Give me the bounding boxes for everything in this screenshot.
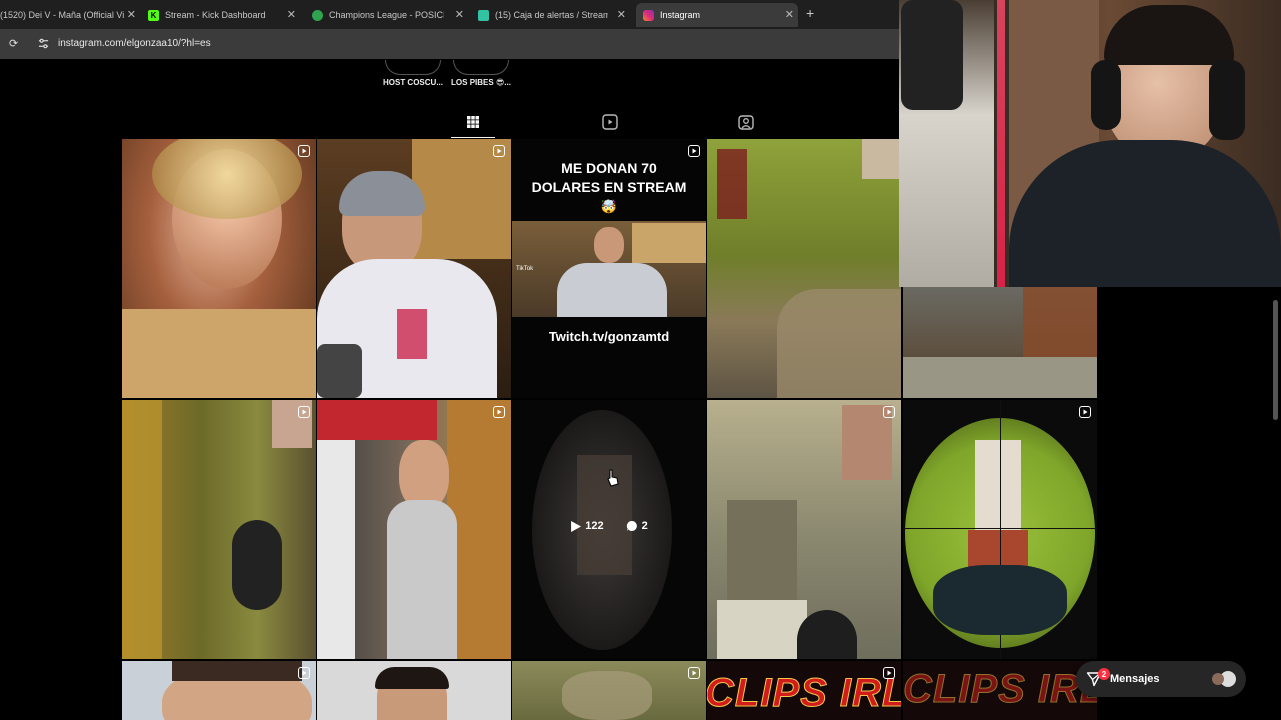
highlight-ring [453, 60, 509, 75]
embedded-video-frame: TikTok [512, 221, 706, 317]
post-kitchen-guy[interactable] [317, 400, 511, 659]
plays-value: 122 [585, 520, 604, 532]
post-woman-smiling[interactable] [122, 139, 316, 398]
posts-grid-icon [467, 116, 479, 128]
tab-title: Champions League - POSICION [329, 10, 444, 20]
tab-reels[interactable] [600, 112, 620, 132]
tab-youtube[interactable]: (1520) Dei V - Maña (Official Vi ✕ [0, 3, 140, 27]
reel-icon [298, 406, 310, 418]
highlight-ring [385, 60, 441, 75]
streamlabs-favicon-icon [478, 9, 489, 21]
tab-tagged[interactable] [736, 112, 756, 132]
reel-icon [883, 667, 895, 679]
tab-title: Stream - Kick Dashboard [165, 10, 266, 20]
post-guy-portrait[interactable] [317, 661, 511, 720]
reload-icon[interactable]: ⟳ [9, 37, 18, 50]
post-game-town[interactable] [707, 400, 901, 659]
tiktok-watermark: TikTok [516, 266, 534, 272]
champions-favicon-icon [312, 9, 323, 21]
post-clips-irl-2[interactable]: CLIPS IRL #7 [903, 661, 1097, 720]
post-stats-overlay: 122 2 [512, 520, 706, 532]
reel-icon [1079, 406, 1091, 418]
reel-icon [493, 406, 505, 418]
reel-icon [883, 406, 895, 418]
close-tab-icon[interactable]: ✕ [617, 8, 626, 21]
tab-streamlabs[interactable]: (15) Caja de alertas / Streamlab ✕ [478, 3, 630, 27]
post-donation-tiktok[interactable]: ME DONAN 70 DOLARES EN STREAM 🤯 TikTok T… [512, 139, 706, 398]
post-game-terrain[interactable] [512, 661, 706, 720]
plays-count: 122 [570, 520, 604, 532]
reel-icon [688, 145, 700, 157]
tab-title: (1520) Dei V - Maña (Official Vi [0, 10, 125, 20]
streamer-webcam-overlay [899, 0, 1281, 287]
avatar-icon [1212, 673, 1224, 685]
messages-label: Mensajes [1110, 673, 1160, 685]
reel-icon [493, 145, 505, 157]
close-tab-icon[interactable]: ✕ [455, 8, 464, 21]
instagram-favicon-icon [643, 9, 654, 21]
kick-favicon-icon: K [148, 9, 159, 21]
highlight-los-pibes[interactable]: LOS PIBES 😎... [446, 60, 516, 87]
tab-title: (15) Caja de alertas / Streamlab [495, 10, 608, 20]
post-game-sniper[interactable] [903, 287, 1097, 398]
tab-champions-league[interactable]: Champions League - POSICION ✕ [312, 3, 468, 27]
highlight-label: HOST COSCU... [382, 78, 443, 87]
post-guy-beanie[interactable] [317, 139, 511, 398]
twitch-link-caption: Twitch.tv/gonzamtd [548, 329, 670, 344]
active-tab-indicator [451, 137, 495, 138]
clips-irl-text: CLIPS IRL #7 [903, 667, 1097, 712]
close-tab-icon[interactable]: ✕ [785, 8, 794, 21]
comments-value: 2 [641, 520, 648, 532]
close-tab-icon[interactable]: ✕ [287, 8, 296, 21]
post-game-scope-webcam[interactable] [122, 400, 316, 659]
mouse-cursor-icon [607, 469, 619, 487]
site-settings-icon[interactable] [38, 38, 49, 49]
address-bar: ⟳ instagram.com/elgonzaa10/?hl=es [0, 29, 900, 59]
post-night-vision[interactable]: 122 2 [512, 400, 706, 659]
post-clips-irl[interactable]: CLIPS IRL # [707, 661, 901, 720]
close-tab-icon[interactable]: ✕ [127, 8, 136, 21]
clips-irl-text: CLIPS IRL # [707, 671, 901, 716]
highlight-host-coscu[interactable]: HOST COSCU... [378, 60, 448, 87]
reel-icon [688, 667, 700, 679]
page-scrollbar[interactable] [1273, 300, 1278, 420]
comment-icon [626, 520, 637, 531]
play-icon [571, 520, 582, 532]
donation-caption: ME DONAN 70 DOLARES EN STREAM [531, 160, 687, 195]
reel-icon [298, 667, 310, 679]
reel-icon [298, 145, 310, 157]
tab-kick-dashboard[interactable]: K Stream - Kick Dashboard ✕ [148, 3, 300, 27]
tab-title: Instagram [660, 10, 701, 20]
unread-badge: 2 [1098, 668, 1110, 680]
highlight-label: LOS PIBES 😎... [451, 78, 511, 87]
browser-tab-bar: (1520) Dei V - Maña (Official Vi ✕ K Str… [0, 0, 900, 29]
new-tab-icon[interactable]: + [806, 5, 814, 21]
caption-emoji: 🤯 [600, 199, 618, 214]
messages-button[interactable]: 2 Mensajes [1076, 661, 1246, 697]
tab-posts[interactable] [463, 112, 483, 132]
tab-instagram[interactable]: Instagram ✕ [636, 3, 798, 27]
comments-count: 2 [626, 520, 648, 532]
post-face-closeup[interactable] [122, 661, 316, 720]
post-scope-tower[interactable] [903, 400, 1097, 659]
url-field[interactable]: instagram.com/elgonzaa10/?hl=es [58, 38, 211, 49]
tagged-icon [738, 115, 754, 130]
post-game-field[interactable] [707, 139, 901, 398]
reels-icon [602, 114, 618, 130]
